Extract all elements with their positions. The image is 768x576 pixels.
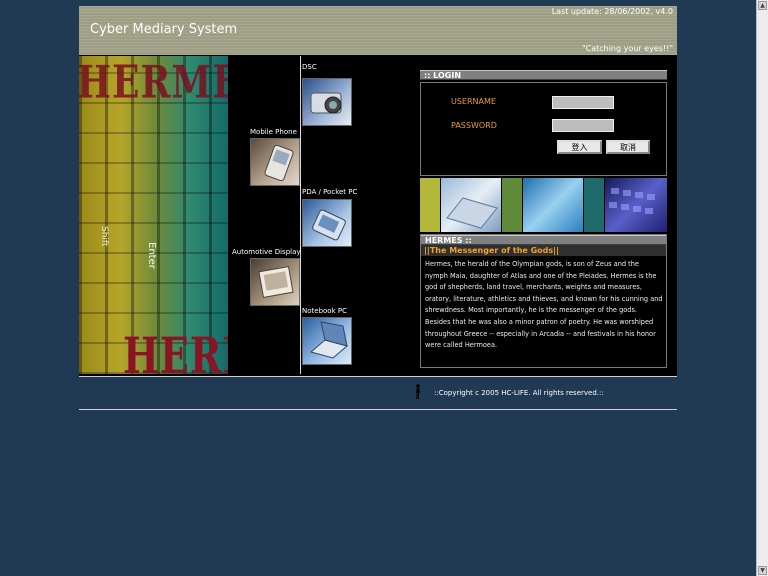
notebook-icon[interactable] — [302, 317, 352, 365]
footer-top-divider — [79, 376, 677, 377]
pda-icon[interactable] — [302, 199, 352, 247]
site-slogan: "Catching your eyes!!" — [581, 44, 673, 53]
last-update-text: Last update: 28/06/2002, v4.0 — [551, 7, 673, 16]
login-heading: :: LOGIN — [420, 70, 667, 80]
hero-bottom-word: HERMES — [123, 326, 228, 374]
strip-accent-green — [502, 178, 522, 232]
login-panel: USERNAME PASSWORD 登入 取消 — [420, 82, 667, 176]
hermes-subtitle: ||The Messenger of the Gods|| — [421, 245, 666, 256]
device-label-mobile-phone[interactable]: Mobile Phone — [250, 128, 297, 136]
password-input[interactable] — [552, 119, 614, 132]
scroll-up-icon[interactable]: ▲ — [758, 1, 767, 10]
footer-bottom-divider — [79, 409, 677, 410]
device-label-notebook[interactable]: Notebook PC — [302, 307, 347, 315]
automotive-display-icon[interactable] — [250, 258, 300, 306]
site-title: Cyber Mediary System — [90, 22, 238, 37]
shift-key-label: Shift — [99, 226, 109, 247]
vertical-scrollbar[interactable]: ▲ ▼ — [756, 0, 768, 576]
strip-accent-yellow — [420, 178, 440, 232]
device-label-dsc[interactable]: DSC — [302, 63, 317, 71]
strip-keyboard-image-2 — [523, 178, 583, 232]
column-divider — [300, 56, 301, 374]
hero-top-word: HERMES — [79, 56, 228, 109]
hero-keyboard-image: HERMES Shift Enter HERMES — [79, 56, 228, 374]
hermes-heading: HERMES :: — [421, 235, 666, 245]
device-label-automotive[interactable]: Automotive Display — [232, 248, 301, 256]
strip-keyboard-image-3 — [605, 178, 667, 232]
hermes-description: Hermes, the herald of the Olympian gods,… — [425, 260, 663, 350]
mobile-phone-icon[interactable] — [250, 138, 300, 186]
strip-accent-teal — [584, 178, 604, 232]
site-header: Last update: 28/06/2002, v4.0 Cyber Medi… — [79, 6, 677, 55]
login-cancel-button[interactable]: 取消 — [606, 140, 650, 154]
enter-key-label: Enter — [146, 242, 157, 269]
login-submit-button[interactable]: 登入 — [557, 140, 602, 154]
copyright-text: ::Copyright c 2005 HC-LIFE. All rights r… — [434, 389, 604, 397]
username-label: USERNAME — [451, 97, 496, 106]
device-label-pda[interactable]: PDA / Pocket PC — [302, 188, 357, 196]
person-icon — [414, 384, 422, 400]
camera-icon[interactable] — [302, 78, 352, 126]
username-input[interactable] — [552, 96, 614, 109]
strip-keyboard-image-1 — [441, 178, 501, 232]
main-page: Last update: 28/06/2002, v4.0 Cyber Medi… — [79, 6, 677, 376]
hermes-panel: HERMES :: ||The Messenger of the Gods|| … — [420, 234, 667, 368]
password-label: PASSWORD — [451, 121, 497, 130]
scroll-down-icon[interactable]: ▼ — [758, 566, 767, 575]
